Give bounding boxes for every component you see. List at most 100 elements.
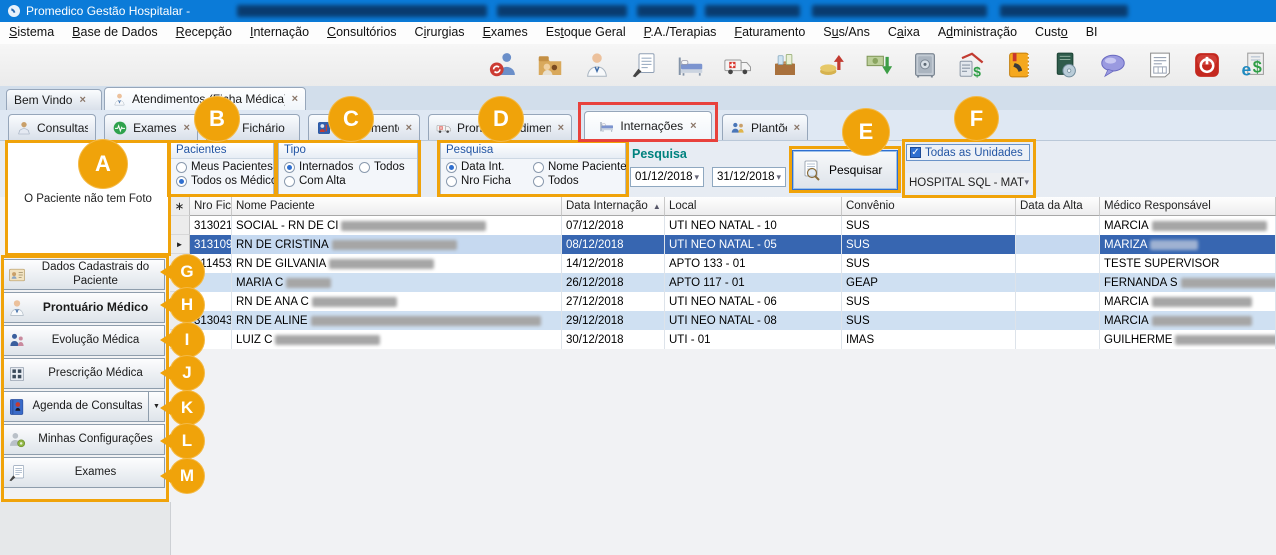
sub-tab-consultas[interactable]: Consultas	[8, 114, 96, 140]
menu-item-administracao[interactable]: Administração	[929, 22, 1026, 44]
cell-alta[interactable]	[1016, 330, 1100, 349]
date-from-input[interactable]: 01/12/2018 ▾	[630, 167, 704, 187]
cell-medico[interactable]: MARIZA	[1100, 235, 1276, 254]
cell-convenio[interactable]: SUS	[842, 292, 1016, 311]
cell-convenio[interactable]: SUS	[842, 254, 1016, 273]
menu-item-consultorios[interactable]: Consultórios	[318, 22, 405, 44]
cell-medico[interactable]: FERNANDA S	[1100, 273, 1276, 292]
revenue-up-icon[interactable]	[816, 49, 848, 81]
menu-item-sistema[interactable]: Sistema	[0, 22, 63, 44]
cell-nome[interactable]: RN DE ANA C	[232, 292, 562, 311]
cell-data[interactable]: 27/12/2018	[562, 292, 665, 311]
sidebar-button-agenda-de-consultas[interactable]: Agenda de Consultas▼	[2, 391, 165, 422]
menu-item-cirurgias[interactable]: Cirurgias	[406, 22, 474, 44]
cell-convenio[interactable]: SUS	[842, 311, 1016, 330]
sub-tab-exames[interactable]: Exames×	[104, 114, 198, 140]
cell-local[interactable]: APTO 133 - 01	[665, 254, 842, 273]
all-units-checkbox[interactable]: ✓ Todas as Unidades	[906, 144, 1030, 161]
sub-tab-internacoes[interactable]: Internações×	[584, 111, 712, 140]
manual-cd-icon[interactable]	[1050, 49, 1082, 81]
sidebar-button-dados-cadastrais-do-paciente[interactable]: Dados Cadastrais do Paciente	[2, 259, 165, 290]
cell-convenio[interactable]: IMAS	[842, 330, 1016, 349]
cell-medico[interactable]: TESTE SUPERVISOR	[1100, 254, 1276, 273]
menu-item-estoque-geral[interactable]: Estoque Geral	[537, 22, 635, 44]
cell-local[interactable]: APTO 117 - 01	[665, 273, 842, 292]
cell-data[interactable]: 29/12/2018	[562, 311, 665, 330]
close-tab-icon[interactable]: ×	[406, 122, 412, 134]
menu-item-recepcao[interactable]: Recepção	[167, 22, 241, 44]
pesquisar-button[interactable]: Pesquisar	[792, 150, 898, 190]
column-header-alta[interactable]: Data da Alta	[1016, 197, 1100, 216]
column-header-ficha[interactable]: Nro Ficha	[190, 197, 232, 216]
phone-directory-icon[interactable]	[1003, 49, 1035, 81]
close-tab-icon[interactable]: ×	[794, 122, 800, 134]
cell-ficha[interactable]: 313109	[190, 235, 232, 254]
cell-data[interactable]: 30/12/2018	[562, 330, 665, 349]
cell-medico[interactable]: MARCIA	[1100, 216, 1276, 235]
supplies-icon[interactable]	[769, 49, 801, 81]
dropdown-arrow-icon[interactable]: ▾	[776, 172, 785, 183]
radio-todos[interactable]: Todos	[533, 175, 579, 187]
cell-convenio[interactable]: SUS	[842, 216, 1016, 235]
radio-nro-ficha[interactable]: Nro Ficha	[446, 175, 511, 187]
menu-item-faturamento[interactable]: Faturamento	[725, 22, 814, 44]
column-header-convenio[interactable]: Convênio	[842, 197, 1016, 216]
radio-todos-os-medicos[interactable]: Todos os Médicos	[176, 175, 283, 187]
cell-alta[interactable]	[1016, 292, 1100, 311]
column-header-local[interactable]: Local	[665, 197, 842, 216]
invoice-icon[interactable]	[1144, 49, 1176, 81]
radio-nome-paciente[interactable]: Nome Paciente	[533, 161, 627, 173]
radio-data-int[interactable]: Data Int.	[446, 161, 504, 173]
cell-nome[interactable]: RN DE ALINE	[232, 311, 562, 330]
cell-ficha[interactable]: 313021	[190, 216, 232, 235]
cell-data[interactable]: 14/12/2018	[562, 254, 665, 273]
cell-alta[interactable]	[1016, 311, 1100, 330]
close-tab-icon[interactable]: ×	[292, 93, 298, 105]
e-billing-icon[interactable]: e$	[1238, 49, 1270, 81]
cell-nome[interactable]: LUIZ C	[232, 330, 562, 349]
close-tab-icon[interactable]: ×	[79, 94, 85, 106]
radio-meus-pacientes[interactable]: Meus Pacientes	[176, 161, 273, 173]
ambulance-icon[interactable]	[722, 49, 754, 81]
cell-local[interactable]: UTI - 01	[665, 330, 842, 349]
cell-alta[interactable]	[1016, 273, 1100, 292]
safe-icon[interactable]	[909, 49, 941, 81]
cell-convenio[interactable]: SUS	[842, 235, 1016, 254]
sidebar-button-prontuario-medico[interactable]: Prontuário Médico	[2, 292, 165, 323]
cell-nome[interactable]: RN DE CRISTINA	[232, 235, 562, 254]
sidebar-button-minhas-configuracoes[interactable]: Minhas Configurações	[2, 424, 165, 455]
menu-item-exames[interactable]: Exames	[474, 22, 537, 44]
cell-nome[interactable]: MARIA C	[232, 273, 562, 292]
cell-alta[interactable]	[1016, 216, 1100, 235]
cell-medico[interactable]: MARCIA	[1100, 311, 1276, 330]
sidebar-button-exames[interactable]: Exames	[2, 457, 165, 488]
main-tab-bem-vindo[interactable]: Bem Vindo×	[6, 89, 102, 110]
doctor-icon[interactable]	[581, 49, 613, 81]
contract-icon[interactable]	[628, 49, 660, 81]
cell-local[interactable]: UTI NEO NATAL - 08	[665, 311, 842, 330]
shutdown-icon[interactable]	[1191, 49, 1223, 81]
column-header-nome[interactable]: Nome Paciente	[232, 197, 562, 216]
cell-nome[interactable]: RN DE GILVANIA	[232, 254, 562, 273]
row-indicator[interactable]: ►	[170, 235, 190, 254]
radio-internados[interactable]: Internados	[284, 161, 353, 173]
cell-data[interactable]: 08/12/2018	[562, 235, 665, 254]
close-tab-icon[interactable]: ×	[690, 120, 696, 132]
billing-chart-icon[interactable]: $	[956, 49, 988, 81]
menu-item-internacao[interactable]: Internação	[241, 22, 318, 44]
hospital-bed-icon[interactable]	[675, 49, 707, 81]
contacts-sync-icon[interactable]	[487, 49, 519, 81]
cell-local[interactable]: UTI NEO NATAL - 10	[665, 216, 842, 235]
cell-alta[interactable]	[1016, 254, 1100, 273]
menu-item-caixa[interactable]: Caixa	[879, 22, 929, 44]
menu-item-sus-ans[interactable]: Sus/Ans	[814, 22, 879, 44]
patients-folder-icon[interactable]	[534, 49, 566, 81]
date-to-input[interactable]: 31/12/2018 ▾	[712, 167, 786, 187]
sidebar-button-evolucao-medica[interactable]: Evolução Médica	[2, 325, 165, 356]
sidebar-button-prescricao-medica[interactable]: Prescrição Médica	[2, 358, 165, 389]
cell-local[interactable]: UTI NEO NATAL - 05	[665, 235, 842, 254]
cell-medico[interactable]: MARCIA	[1100, 292, 1276, 311]
cell-data[interactable]: 07/12/2018	[562, 216, 665, 235]
money-received-icon[interactable]	[863, 49, 895, 81]
cell-nome[interactable]: SOCIAL - RN DE CI	[232, 216, 562, 235]
